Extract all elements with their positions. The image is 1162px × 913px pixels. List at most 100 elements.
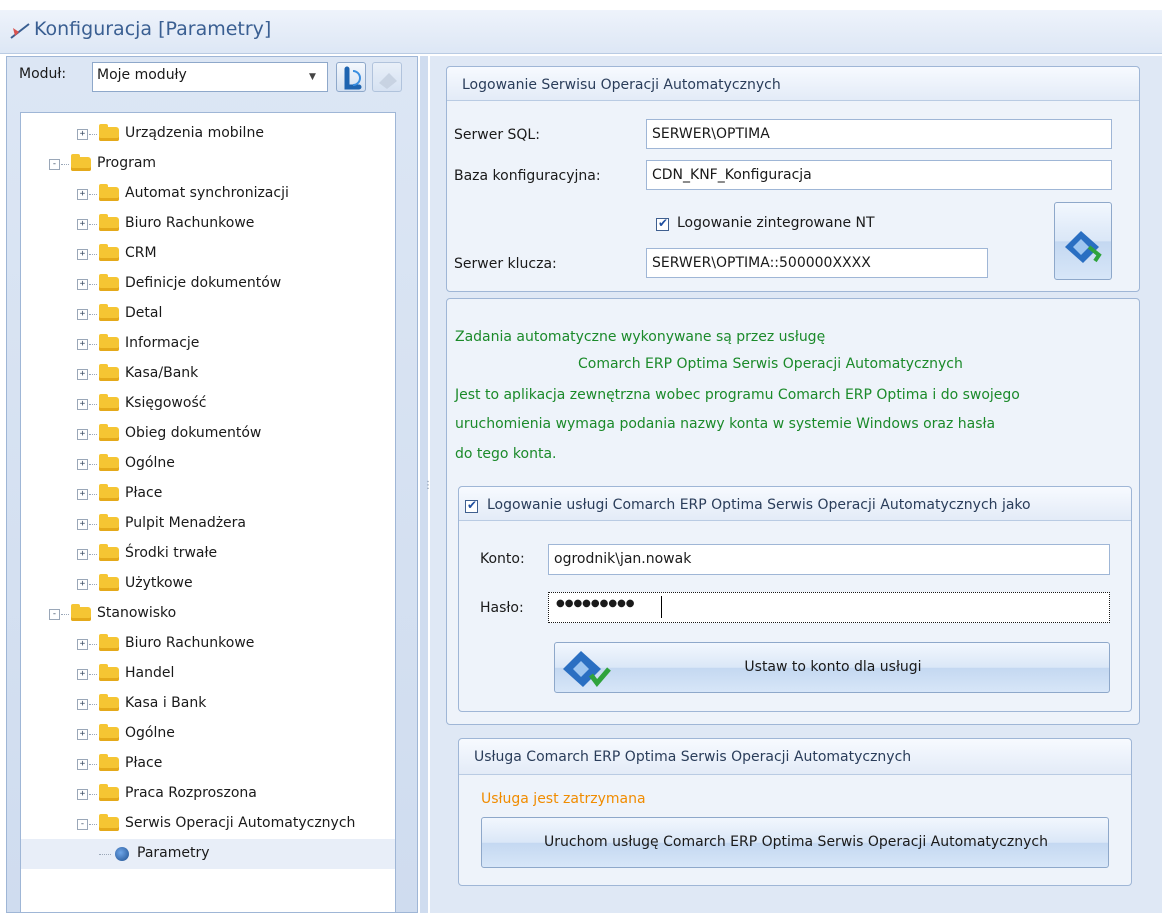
window-title: Konfiguracja [Parametry] — [34, 18, 272, 40]
folder-icon — [99, 304, 119, 321]
tree-item[interactable]: + Biuro Rachunkowe — [21, 209, 395, 239]
account-value: ogrodnik\jan.nowak — [554, 551, 692, 567]
collapse-icon[interactable]: - — [49, 159, 60, 170]
folder-icon — [99, 664, 119, 681]
set-account-button[interactable]: Ustaw to konto dla usługi — [554, 642, 1110, 693]
refresh-button[interactable] — [336, 62, 366, 92]
expand-icon[interactable]: + — [77, 249, 88, 260]
folder-icon — [99, 394, 119, 411]
tree-item[interactable]: + Automat synchronizacji — [21, 179, 395, 209]
status-group-title: Usługa Comarch ERP Optima Serwis Operacj… — [474, 749, 912, 765]
expand-icon[interactable]: + — [77, 339, 88, 350]
tree-item-label: Księgowość — [125, 395, 207, 411]
expand-icon[interactable]: + — [77, 579, 88, 590]
info-line-5: do tego konta. — [455, 446, 557, 462]
tree-item[interactable]: + Urządzenia mobilne — [21, 119, 395, 149]
info-line-4: uruchomienia wymaga podania nazwy konta … — [455, 416, 996, 432]
password-label: Hasło: — [480, 600, 524, 616]
settings-tree[interactable]: + Urządzenia mobilne - Program + Automat sync… — [20, 112, 396, 913]
collapse-icon[interactable]: - — [49, 609, 60, 620]
tree-item[interactable]: + Detal — [21, 299, 395, 329]
tree-item[interactable]: + Księgowość — [21, 389, 395, 419]
tree-item[interactable]: + Płace — [21, 479, 395, 509]
tree-item[interactable]: - Serwis Operacji Automatycznych — [21, 809, 395, 839]
nt-login-checkbox[interactable] — [656, 216, 669, 231]
tree-item[interactable]: + CRM — [21, 239, 395, 269]
account-label: Konto: — [480, 551, 525, 567]
tree-item[interactable]: + Biuro Rachunkowe — [21, 629, 395, 659]
tree-item-label: Parametry — [137, 845, 210, 861]
save-icon — [1065, 231, 1102, 263]
expand-icon[interactable]: + — [77, 669, 88, 680]
start-service-button[interactable]: Uruchom usługę Comarch ERP Optima Serwis… — [481, 817, 1109, 868]
expand-icon[interactable]: + — [77, 369, 88, 380]
expand-icon[interactable]: + — [77, 309, 88, 320]
tree-item[interactable]: + Kasa/Bank — [21, 359, 395, 389]
expand-icon[interactable]: + — [77, 789, 88, 800]
tree-item-label: Stanowisko — [97, 605, 177, 621]
tree-item[interactable]: - Program — [21, 149, 395, 179]
tree-item[interactable]: + Informacje — [21, 329, 395, 359]
tree-item-label: Urządzenia mobilne — [125, 125, 264, 141]
info-line-1: Zadania automatyczne wykonywane są przez… — [455, 329, 826, 345]
folder-icon — [71, 604, 91, 621]
tree-item[interactable]: + Środki trwałe — [21, 539, 395, 569]
tree-item-label: Informacje — [125, 335, 200, 351]
tree-item-label: Biuro Rachunkowe — [125, 215, 255, 231]
expand-icon[interactable]: + — [77, 759, 88, 770]
tree-item-label: Ogólne — [125, 725, 175, 741]
key-server-value: SERWER\OPTIMA::500000XXXX — [652, 255, 871, 271]
tree-item-label: Obieg dokumentów — [125, 425, 262, 441]
expand-icon[interactable]: + — [77, 459, 88, 470]
tree-item[interactable]: + Użytkowe — [21, 569, 395, 599]
tree-item-label: Płace — [125, 755, 163, 771]
expand-icon[interactable]: + — [77, 189, 88, 200]
tree-item-label: Automat synchronizacji — [125, 185, 289, 201]
expand-icon[interactable]: + — [77, 399, 88, 410]
tree-item-label: Płace — [125, 485, 163, 501]
folder-icon — [99, 814, 119, 831]
folder-icon — [99, 244, 119, 261]
expand-icon[interactable]: + — [77, 549, 88, 560]
tree-item[interactable]: + Ogólne — [21, 449, 395, 479]
expand-icon[interactable]: + — [77, 429, 88, 440]
service-login-checkbox[interactable] — [465, 498, 478, 513]
expand-icon[interactable]: + — [77, 279, 88, 290]
set-account-button-label: Ustaw to konto dla usługi — [744, 659, 922, 675]
export-button[interactable] — [372, 62, 402, 92]
tree-item[interactable]: + Płace — [21, 749, 395, 779]
tree-item-label: Kasa/Bank — [125, 365, 199, 381]
config-database-value: CDN_KNF_Konfiguracja — [652, 167, 812, 183]
expand-icon[interactable]: + — [77, 729, 88, 740]
tree-item[interactable]: + Obieg dokumentów — [21, 419, 395, 449]
config-database-label: Baza konfiguracyjna: — [454, 168, 601, 184]
tree-item-label: Środki trwałe — [125, 545, 218, 561]
tree-item[interactable]: + Kasa i Bank — [21, 689, 395, 719]
expand-icon[interactable]: + — [77, 699, 88, 710]
tree-item[interactable]: + Pulpit Menadżera — [21, 509, 395, 539]
collapse-icon[interactable]: - — [77, 819, 88, 830]
tree-item[interactable]: Parametry — [21, 839, 395, 869]
save-login-button[interactable] — [1054, 202, 1112, 280]
tree-item[interactable]: + Handel — [21, 659, 395, 689]
folder-icon — [99, 364, 119, 381]
folder-icon — [99, 724, 119, 741]
expand-icon[interactable]: + — [77, 219, 88, 230]
expand-icon[interactable]: + — [77, 519, 88, 530]
expand-icon[interactable]: + — [77, 489, 88, 500]
folder-icon — [99, 784, 119, 801]
tree-item[interactable]: + Definicje dokumentów — [21, 269, 395, 299]
chevron-down-icon[interactable]: ▼ — [309, 72, 316, 82]
tree-item[interactable]: - Stanowisko — [21, 599, 395, 629]
export-icon — [379, 73, 397, 89]
tree-item-label: Serwis Operacji Automatycznych — [125, 815, 356, 831]
expand-icon[interactable]: + — [77, 129, 88, 140]
sql-server-value: SERWER\OPTIMA — [652, 126, 770, 142]
tree-item-label: Detal — [125, 305, 163, 321]
start-service-button-label: Uruchom usługę Comarch ERP Optima Serwis… — [544, 834, 1048, 850]
tree-item[interactable]: + Ogólne — [21, 719, 395, 749]
tree-item[interactable]: + Praca Rozproszona — [21, 779, 395, 809]
expand-icon[interactable]: + — [77, 639, 88, 650]
folder-icon — [99, 754, 119, 771]
folder-icon — [99, 454, 119, 471]
